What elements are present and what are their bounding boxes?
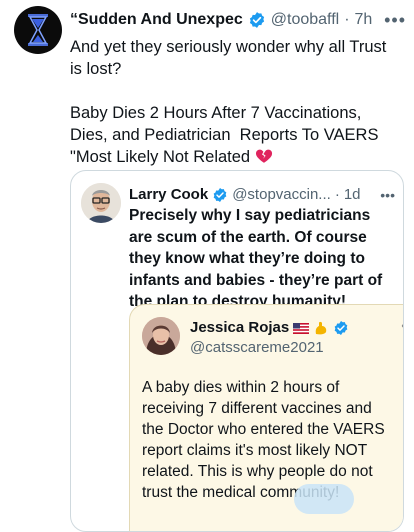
quoted-author-name[interactable]: Larry Cook [129,185,208,205]
quoted-tweet-time[interactable]: 1d [344,185,361,205]
tweet-text-line1: And yet they seriously wonder why all Tr… [70,38,391,78]
separator-dot: · [344,11,350,28]
floating-action-button[interactable] [294,484,354,514]
quoted-tweet-text: Precisely why I say pediatricians are sc… [129,207,383,310]
more-options-icon[interactable]: ••• [384,10,406,30]
more-options-icon[interactable]: ••• [380,185,395,205]
author-avatar[interactable] [14,6,62,54]
us-flag-icon [293,322,310,334]
quoted-author-avatar[interactable] [81,183,121,223]
man-portrait-icon [81,183,121,223]
quoted-author-handle[interactable]: @stopvaccin... [232,185,331,205]
verified-badge-icon [213,188,227,202]
nested-quoted-tweet-card[interactable]: Jessica Rojas ••• @catsscareme2021 A bab… [129,304,403,531]
tweet-header: “Sudden And Unexpec @toobaffl · 7h ••• [70,10,406,30]
quoted-tweet-card[interactable]: Larry Cook @stopvaccin... · 1d ••• Preci… [70,170,404,532]
broken-heart-icon [255,149,272,163]
separator-dot: · [334,186,340,203]
quoted-tweet-header: Larry Cook @stopvaccin... · 1d ••• [129,185,395,205]
nested-author-handle[interactable]: @catsscareme2021 [190,339,324,356]
tweet-time[interactable]: 7h [355,10,373,30]
tweet-text: And yet they seriously wonder why all Tr… [70,36,400,168]
author-name[interactable]: “Sudden And Unexpec [70,10,243,30]
nested-author-avatar[interactable] [142,317,180,355]
more-options-icon[interactable]: ••• [401,319,403,333]
author-handle[interactable]: @toobaffl [271,10,339,30]
nested-tweet-header: Jessica Rojas [190,319,403,337]
tweet-text-line2: Baby Dies 2 Hours After 7 Vaccinations, … [70,104,384,166]
flexed-biceps-icon [315,321,327,335]
hourglass-icon [28,14,48,46]
woman-portrait-icon [142,317,180,355]
nested-tweet-text: A baby dies within 2 hours of receiving … [142,379,385,501]
verified-badge-icon [334,321,348,335]
verified-badge-icon [249,12,264,28]
nested-author-name[interactable]: Jessica Rojas [190,319,289,337]
